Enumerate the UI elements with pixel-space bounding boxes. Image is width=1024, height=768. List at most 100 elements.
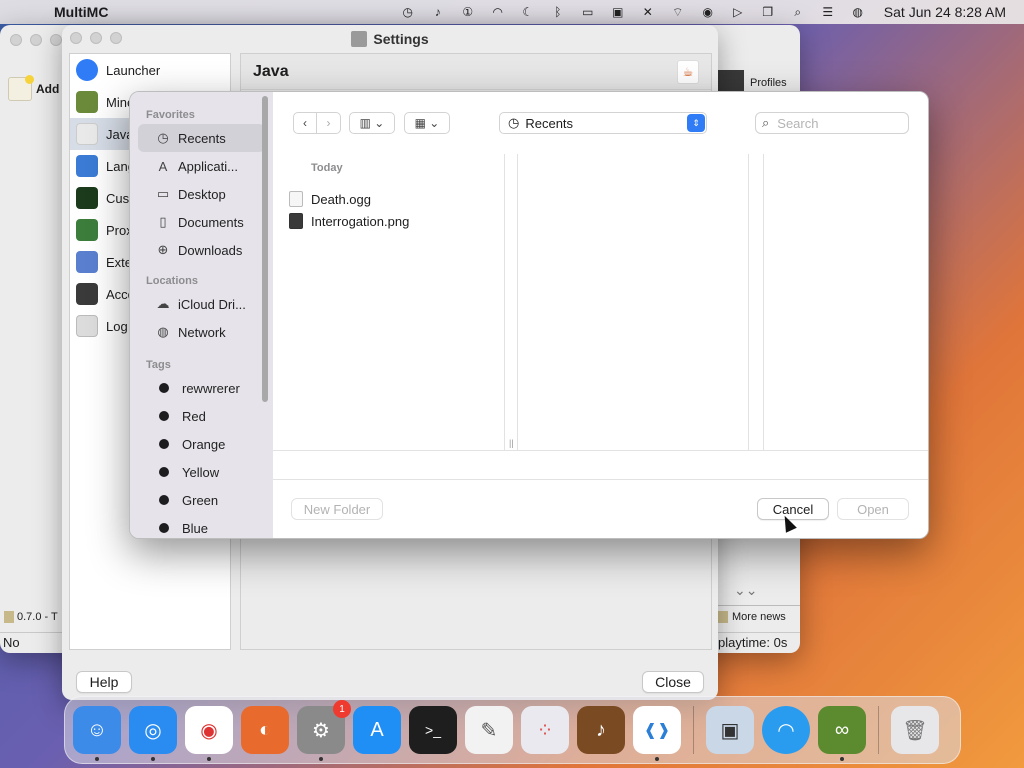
file-row[interactable]: Interrogation.png — [289, 210, 409, 232]
sidebar-item-network[interactable]: ◍ Network — [138, 318, 265, 346]
new-folder-button[interactable]: New Folder — [291, 498, 383, 520]
launchpad-icon[interactable]: ⁘ — [521, 706, 569, 754]
chevron-updown-icon: ⇕ — [687, 114, 705, 132]
sidebar-item-icloud[interactable]: ☁ iCloud Dri... — [138, 290, 265, 318]
now-playing-icon[interactable]: ▷ — [730, 4, 746, 20]
bluetooth-icon[interactable]: ᛒ — [550, 4, 566, 20]
chrome-icon[interactable]: ◉ — [185, 706, 233, 761]
accessibility-icon[interactable]: ① — [460, 4, 476, 20]
news-item-icon — [4, 611, 14, 623]
app-store-icon[interactable]: A — [353, 706, 401, 754]
file-column-3 — [763, 154, 928, 450]
dialog-sidebar: Favorites ◷ Recents A Applicati... ▭ Des… — [130, 92, 273, 538]
cancel-button[interactable]: Cancel — [757, 498, 829, 520]
notification-badge: 1 — [333, 700, 351, 718]
siri-icon[interactable]: ◍ — [850, 4, 866, 20]
mute-icon[interactable]: ✕ — [640, 4, 656, 20]
sidebar-item-label: Log — [106, 318, 128, 334]
dialog-browser: ‹ › ▥ ⌄ ▦ ⌄ ◷ Recents ⇕ ⌕ Search Today D… — [273, 92, 928, 538]
tag-item[interactable]: Orange — [138, 430, 265, 458]
sidebar-item-downloads[interactable]: ⊕ Downloads — [138, 236, 265, 264]
settings-title-icon — [351, 31, 368, 47]
terminal-icon[interactable]: >_ — [409, 706, 457, 754]
sidebar-item-recents[interactable]: ◷ Recents — [138, 124, 265, 152]
status-area: ◷ ♪ ① ◠ ☾ ᛒ ▭ ▣ ✕ ⌔ ◉ ▷ ❐ ⌕ ☰ ◍ Sat Jun … — [400, 0, 1006, 24]
file-row[interactable]: Death.ogg — [289, 188, 371, 210]
file-column-2 — [517, 154, 749, 450]
focus-moon-icon[interactable]: ☾ — [520, 4, 536, 20]
stage-manager-icon[interactable]: ❐ — [760, 4, 776, 20]
app-menu-name[interactable]: MultiMC — [54, 4, 108, 20]
sidebar-item-documents[interactable]: ▯ Documents — [138, 208, 265, 236]
profiles-label: Profiles — [750, 77, 787, 89]
document-icon: ▯ — [159, 214, 167, 229]
column-view-button[interactable]: ▥ ⌄ — [349, 112, 395, 134]
wifi-status-icon[interactable]: ⌔ — [670, 4, 686, 20]
sidebar-item-applications[interactable]: A Applicati... — [138, 152, 265, 180]
tag-label: Green — [182, 492, 219, 508]
location-popup[interactable]: ◷ Recents ⇕ — [499, 112, 707, 134]
hearing-icon[interactable]: ♪ — [430, 4, 446, 20]
tag-dot-icon — [159, 495, 169, 505]
system-settings-icon[interactable]: ⚙ 1 — [297, 700, 351, 761]
tag-item[interactable]: Blue — [138, 514, 265, 538]
firefox-icon[interactable]: ◐ — [241, 706, 289, 754]
spotlight-search-icon[interactable]: ⌕ — [790, 4, 806, 20]
textedit-icon[interactable]: ✎ — [465, 706, 513, 754]
location-popup-label: Recents — [525, 115, 574, 131]
zoom-window-button[interactable] — [50, 34, 62, 46]
forward-button[interactable]: › — [317, 112, 341, 134]
back-button[interactable]: ‹ — [293, 112, 317, 134]
tag-item[interactable]: Yellow — [138, 458, 265, 486]
airdrop-icon[interactable]: ◠ — [490, 4, 506, 20]
sidebar-scrollbar[interactable] — [262, 96, 268, 402]
tag-label: Red — [182, 408, 206, 424]
vscode-icon[interactable]: ❰❱ — [633, 706, 681, 761]
group-view-button[interactable]: ▦ ⌄ — [404, 112, 450, 134]
open-button[interactable]: Open — [837, 498, 909, 520]
clock-icon: ◷ — [157, 130, 169, 145]
add-instance-button[interactable]: Add — [8, 61, 66, 117]
battery-icon[interactable]: ▭ — [580, 4, 596, 20]
tag-dot-icon — [159, 439, 169, 449]
page-title-text: Java — [253, 62, 289, 80]
minimize-window-button[interactable] — [30, 34, 42, 46]
minecraft-icon — [76, 91, 98, 113]
control-center-icon[interactable]: ☰ — [820, 4, 836, 20]
path-bar — [273, 450, 928, 480]
multimc-icon[interactable]: ∞ — [818, 706, 866, 761]
sidebar-item-desktop[interactable]: ▭ Desktop — [138, 180, 265, 208]
search-icon: ⌕ — [762, 115, 770, 130]
column-resize-handle[interactable]: || — [509, 438, 514, 448]
applications-icon: A — [158, 158, 168, 174]
add-instance-label: Add — [36, 82, 60, 96]
tag-item[interactable]: Green — [138, 486, 265, 514]
garageband-icon[interactable]: ♪ — [577, 706, 625, 754]
close-button[interactable]: Close — [642, 671, 704, 693]
version-label: 0.7.0 - T — [17, 611, 58, 623]
display-icon[interactable]: ▣ — [610, 4, 626, 20]
wifi-icon[interactable]: ◠ — [762, 706, 810, 754]
tag-item[interactable]: Red — [138, 402, 265, 430]
safari-icon[interactable]: ◎ — [129, 706, 177, 761]
search-input[interactable]: ⌕ Search — [755, 112, 909, 134]
more-news-button[interactable]: More news — [718, 605, 800, 627]
close-window-button[interactable] — [10, 34, 22, 46]
trash-icon[interactable]: 🗑 — [891, 706, 939, 754]
dock: ☺ ◎ ◉ ◐ ⚙ 1 A >_ ✎ ⁘ ♪ ❰❱ ▣ ◠ ∞ 🗑 — [64, 696, 961, 764]
user-icon[interactable]: ◉ — [700, 4, 716, 20]
more-news-label: More news — [732, 610, 786, 623]
tag-item[interactable]: rewwrerer — [138, 374, 265, 402]
finder-icon[interactable]: ☺ — [73, 706, 121, 761]
running-indicator — [95, 757, 99, 761]
globe-icon: ◍ — [157, 324, 169, 339]
help-button[interactable]: Help — [76, 671, 132, 693]
sidebar-item-label: Downloads — [178, 242, 243, 258]
expand-news-icon[interactable]: ⌄⌄ — [734, 582, 757, 599]
extension-icon — [76, 251, 98, 273]
time-machine-icon[interactable]: ◷ — [400, 4, 416, 20]
sidebar-item-launcher[interactable]: Launcher — [70, 54, 230, 86]
preview-icon[interactable]: ▣ — [706, 706, 754, 754]
menu-clock[interactable]: Sat Jun 24 8:28 AM — [884, 4, 1006, 20]
clock-icon: ◷ — [508, 115, 520, 130]
